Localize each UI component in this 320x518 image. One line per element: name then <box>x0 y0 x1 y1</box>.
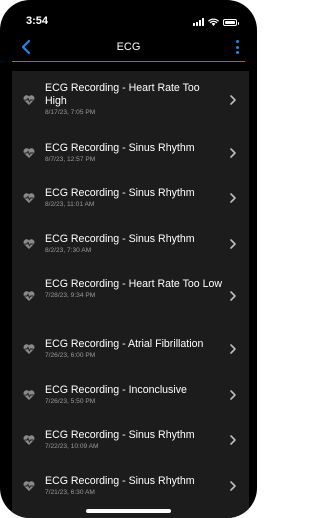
recording-text: ECG Recording - Atrial Fibrillation 7/26/… <box>45 338 223 360</box>
chevron-right-icon <box>230 435 236 445</box>
recording-text: ECG Recording - Heart Rate Too High 8/17/… <box>45 82 223 117</box>
heart-ecg-icon <box>23 435 35 445</box>
recording-text: ECG Recording - Heart Rate Too Low 7/28/2… <box>45 278 223 300</box>
recording-list-item[interactable]: ECG Recording - Heart Rate Too Low 7/28/2… <box>12 271 249 320</box>
chevron-right-icon <box>230 481 236 491</box>
chevron-right-icon <box>230 344 236 354</box>
recording-list-item[interactable]: ECG Recording - Inconclusive 7/26/23, 5:5… <box>12 377 249 413</box>
heart-ecg-icon <box>23 481 35 491</box>
recording-title: ECG Recording - Heart Rate Too Low <box>45 278 223 290</box>
heart-ecg-icon <box>23 344 35 354</box>
recording-date: 8/2/23, 7:30 AM <box>45 247 92 254</box>
recording-date: 7/22/23, 10:09 AM <box>45 443 99 450</box>
recording-title: ECG Recording - Sinus Rhythm <box>45 475 195 487</box>
recording-text: ECG Recording - Sinus Rhythm 8/2/23, 7:30… <box>45 233 223 255</box>
heart-ecg-icon <box>23 290 35 301</box>
page-title: ECG <box>116 41 141 53</box>
heart-ecg-icon <box>23 148 35 158</box>
recording-title: ECG Recording - Sinus Rhythm <box>45 233 195 245</box>
recording-date: 7/21/23, 6:30 AM <box>45 489 95 496</box>
recording-date: 8/2/23, 11:01 AM <box>45 201 95 208</box>
recording-title: ECG Recording - Sinus Rhythm <box>45 142 195 154</box>
signal-icon <box>193 18 204 26</box>
status-icons <box>193 17 239 26</box>
recording-text: ECG Recording - Sinus Rhythm 8/7/23, 12:5… <box>45 142 223 164</box>
recording-list-item[interactable]: ECG Recording - Heart Rate Too High 8/17/… <box>12 75 249 124</box>
nav-bar: ECG <box>0 34 257 60</box>
heart-ecg-icon <box>23 94 35 105</box>
recording-text: ECG Recording - Inconclusive 7/26/23, 5:5… <box>45 384 223 406</box>
recording-date: 7/28/23, 9:34 PM <box>45 292 96 299</box>
wifi-icon <box>208 18 219 26</box>
heart-ecg-icon <box>23 390 35 400</box>
recording-list-item[interactable]: ECG Recording - Sinus Rhythm 7/21/23, 6:3… <box>12 468 249 504</box>
recording-text: ECG Recording - Sinus Rhythm 7/21/23, 6:3… <box>45 475 223 497</box>
heart-ecg-icon <box>23 193 35 203</box>
status-bar: 3:54 <box>0 0 257 34</box>
recording-title: ECG Recording - Inconclusive <box>45 384 187 396</box>
more-options-button[interactable] <box>231 36 243 58</box>
chevron-right-icon <box>230 94 236 105</box>
recording-date: 8/7/23, 12:57 PM <box>45 156 96 163</box>
recording-list-item[interactable]: ECG Recording - Atrial Fibrillation 7/26/… <box>12 331 249 367</box>
recording-title: ECG Recording - Sinus Rhythm <box>45 187 195 199</box>
recording-list-item[interactable]: ECG Recording - Sinus Rhythm 8/2/23, 11:0… <box>12 180 249 216</box>
chevron-right-icon <box>230 148 236 158</box>
recording-title: ECG Recording - Heart Rate Too High <box>45 82 200 107</box>
recording-list-item[interactable]: ECG Recording - Sinus Rhythm 7/22/23, 10:… <box>12 422 249 458</box>
nav-divider <box>12 61 245 62</box>
heart-ecg-icon <box>23 239 35 249</box>
status-time: 3:54 <box>26 15 49 27</box>
chevron-right-icon <box>230 390 236 400</box>
recording-text: ECG Recording - Sinus Rhythm 8/2/23, 11:0… <box>45 187 223 209</box>
phone-screen: 3:54 ECG ECG Recording - Heart Rate Too … <box>0 0 257 518</box>
recordings-list: ECG Recording - Heart Rate Too High 8/17/… <box>12 71 249 518</box>
chevron-right-icon <box>230 239 236 249</box>
home-indicator <box>86 509 171 513</box>
recording-date: 8/17/23, 7:05 PM <box>45 109 96 116</box>
more-vertical-icon <box>235 40 239 43</box>
chevron-right-icon <box>230 290 236 301</box>
recording-list-item[interactable]: ECG Recording - Sinus Rhythm 8/2/23, 7:30… <box>12 226 249 262</box>
chevron-right-icon <box>230 193 236 203</box>
recording-list-item[interactable]: ECG Recording - Sinus Rhythm 8/7/23, 12:5… <box>12 135 249 171</box>
recording-title: ECG Recording - Sinus Rhythm <box>45 429 195 441</box>
battery-icon <box>223 19 239 26</box>
recording-title: ECG Recording - Atrial Fibrillation <box>45 338 204 350</box>
recording-date: 7/26/23, 6:00 PM <box>45 352 96 359</box>
recording-text: ECG Recording - Sinus Rhythm 7/22/23, 10:… <box>45 429 223 451</box>
recording-date: 7/26/23, 5:50 PM <box>45 398 96 405</box>
